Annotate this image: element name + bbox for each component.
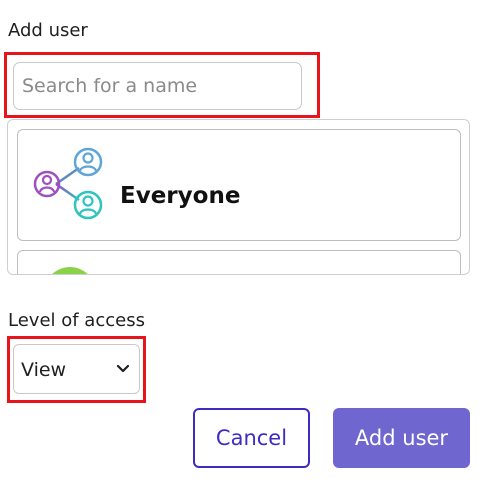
add-user-label: Add user — [8, 20, 88, 41]
user-list[interactable]: Everyone — [7, 119, 470, 275]
cancel-button[interactable]: Cancel — [193, 408, 310, 468]
list-item-label: Everyone — [120, 183, 241, 209]
add-user-button[interactable]: Add user — [333, 408, 470, 468]
search-highlight — [4, 52, 320, 118]
level-of-access-label: Level of access — [8, 310, 145, 331]
group-icon — [33, 147, 103, 220]
list-item-everyone[interactable]: Everyone — [17, 129, 461, 241]
access-level-highlight — [7, 336, 146, 403]
